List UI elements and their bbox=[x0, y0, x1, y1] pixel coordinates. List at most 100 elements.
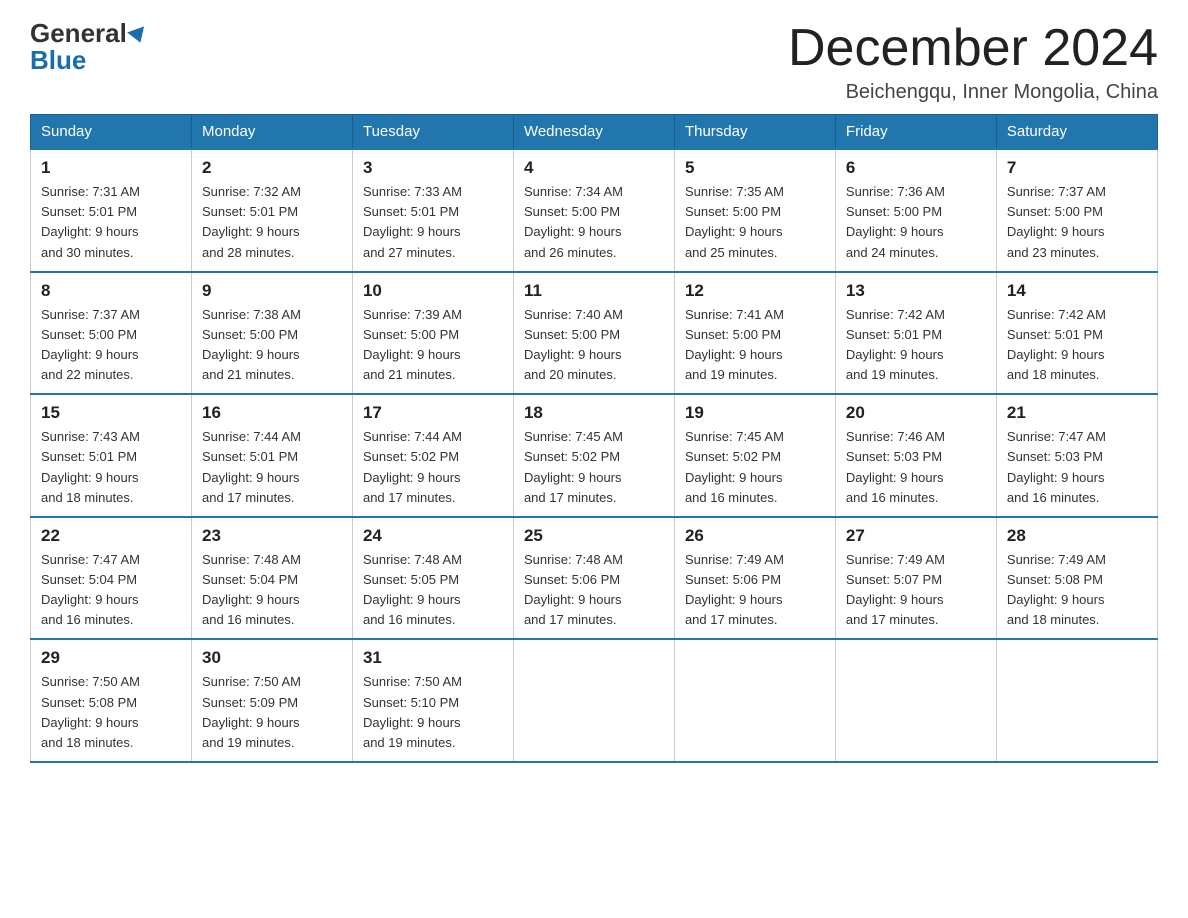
calendar-cell: 29 Sunrise: 7:50 AMSunset: 5:08 PMDayligh… bbox=[31, 639, 192, 762]
calendar-cell: 18Sunrise: 7:45 AMSunset: 5:02 PMDayligh… bbox=[513, 394, 674, 517]
day-info: Sunrise: 7:47 AMSunset: 5:04 PMDaylight:… bbox=[41, 550, 181, 631]
weekday-header-saturday: Saturday bbox=[996, 115, 1157, 150]
weekday-header-sunday: Sunday bbox=[31, 115, 192, 150]
day-number: 29 bbox=[41, 648, 181, 668]
calendar-cell: 6Sunrise: 7:36 AMSunset: 5:00 PMDaylight… bbox=[835, 149, 996, 272]
day-number: 7 bbox=[1007, 158, 1147, 178]
day-info: Sunrise: 7:42 AMSunset: 5:01 PMDaylight:… bbox=[846, 305, 986, 386]
day-info: Sunrise: 7:43 AMSunset: 5:01 PMDaylight:… bbox=[41, 427, 181, 508]
day-number: 5 bbox=[685, 158, 825, 178]
day-info: Sunrise: 7:48 AMSunset: 5:05 PMDaylight:… bbox=[363, 550, 503, 631]
calendar-cell: 26 Sunrise: 7:49 AMSunset: 5:06 PMDayligh… bbox=[674, 517, 835, 640]
calendar-cell: 19 Sunrise: 7:45 AMSunset: 5:02 PMDayligh… bbox=[674, 394, 835, 517]
calendar-cell: 22 Sunrise: 7:47 AMSunset: 5:04 PMDayligh… bbox=[31, 517, 192, 640]
calendar-cell: 1 Sunrise: 7:31 AMSunset: 5:01 PMDaylight… bbox=[31, 149, 192, 272]
day-info: Sunrise: 7:44 AMSunset: 5:01 PMDaylight:… bbox=[202, 427, 342, 508]
calendar-cell: 12Sunrise: 7:41 AMSunset: 5:00 PMDayligh… bbox=[674, 272, 835, 395]
day-info: Sunrise: 7:40 AMSunset: 5:00 PMDaylight:… bbox=[524, 305, 664, 386]
day-info: Sunrise: 7:33 AMSunset: 5:01 PMDaylight:… bbox=[363, 182, 503, 263]
calendar-cell: 28 Sunrise: 7:49 AMSunset: 5:08 PMDayligh… bbox=[996, 517, 1157, 640]
day-info: Sunrise: 7:37 AMSunset: 5:00 PMDaylight:… bbox=[41, 305, 181, 386]
calendar-cell: 31Sunrise: 7:50 AMSunset: 5:10 PMDayligh… bbox=[352, 639, 513, 762]
location-subtitle: Beichengqu, Inner Mongolia, China bbox=[788, 81, 1158, 104]
day-number: 3 bbox=[363, 158, 503, 178]
weekday-header-tuesday: Tuesday bbox=[352, 115, 513, 150]
day-number: 28 bbox=[1007, 526, 1147, 546]
calendar-cell bbox=[996, 639, 1157, 762]
day-info: Sunrise: 7:31 AMSunset: 5:01 PMDaylight:… bbox=[41, 182, 181, 263]
day-number: 6 bbox=[846, 158, 986, 178]
calendar-cell bbox=[674, 639, 835, 762]
month-title: December 2024 bbox=[788, 20, 1158, 77]
day-number: 27 bbox=[846, 526, 986, 546]
calendar-week-row: 29 Sunrise: 7:50 AMSunset: 5:08 PMDayligh… bbox=[31, 639, 1158, 762]
day-info: Sunrise: 7:48 AMSunset: 5:06 PMDaylight:… bbox=[524, 550, 664, 631]
calendar-cell: 14 Sunrise: 7:42 AMSunset: 5:01 PMDayligh… bbox=[996, 272, 1157, 395]
day-number: 17 bbox=[363, 403, 503, 423]
calendar-cell: 23 Sunrise: 7:48 AMSunset: 5:04 PMDayligh… bbox=[191, 517, 352, 640]
day-info: Sunrise: 7:35 AMSunset: 5:00 PMDaylight:… bbox=[685, 182, 825, 263]
weekday-header-row: SundayMondayTuesdayWednesdayThursdayFrid… bbox=[31, 115, 1158, 150]
calendar-cell: 30 Sunrise: 7:50 AMSunset: 5:09 PMDayligh… bbox=[191, 639, 352, 762]
logo-triangle-icon bbox=[127, 26, 149, 45]
day-number: 19 bbox=[685, 403, 825, 423]
day-info: Sunrise: 7:32 AMSunset: 5:01 PMDaylight:… bbox=[202, 182, 342, 263]
calendar-cell: 24 Sunrise: 7:48 AMSunset: 5:05 PMDayligh… bbox=[352, 517, 513, 640]
logo-top: General bbox=[30, 20, 147, 47]
calendar-cell bbox=[835, 639, 996, 762]
calendar-cell: 13Sunrise: 7:42 AMSunset: 5:01 PMDayligh… bbox=[835, 272, 996, 395]
calendar-cell: 15Sunrise: 7:43 AMSunset: 5:01 PMDayligh… bbox=[31, 394, 192, 517]
day-number: 22 bbox=[41, 526, 181, 546]
calendar-cell: 8Sunrise: 7:37 AMSunset: 5:00 PMDaylight… bbox=[31, 272, 192, 395]
calendar-cell: 11Sunrise: 7:40 AMSunset: 5:00 PMDayligh… bbox=[513, 272, 674, 395]
day-number: 2 bbox=[202, 158, 342, 178]
calendar-week-row: 1 Sunrise: 7:31 AMSunset: 5:01 PMDaylight… bbox=[31, 149, 1158, 272]
day-number: 31 bbox=[363, 648, 503, 668]
calendar-cell: 3 Sunrise: 7:33 AMSunset: 5:01 PMDaylight… bbox=[352, 149, 513, 272]
day-number: 10 bbox=[363, 281, 503, 301]
day-info: Sunrise: 7:48 AMSunset: 5:04 PMDaylight:… bbox=[202, 550, 342, 631]
logo-blue-text: Blue bbox=[30, 47, 86, 73]
day-number: 4 bbox=[524, 158, 664, 178]
logo: General Blue bbox=[30, 20, 147, 73]
day-number: 18 bbox=[524, 403, 664, 423]
calendar-cell: 21Sunrise: 7:47 AMSunset: 5:03 PMDayligh… bbox=[996, 394, 1157, 517]
day-number: 20 bbox=[846, 403, 986, 423]
day-number: 9 bbox=[202, 281, 342, 301]
day-number: 30 bbox=[202, 648, 342, 668]
day-info: Sunrise: 7:50 AMSunset: 5:08 PMDaylight:… bbox=[41, 672, 181, 753]
page-header: General Blue December 2024 Beichengqu, I… bbox=[30, 20, 1158, 104]
day-info: Sunrise: 7:38 AMSunset: 5:00 PMDaylight:… bbox=[202, 305, 342, 386]
calendar-week-row: 8Sunrise: 7:37 AMSunset: 5:00 PMDaylight… bbox=[31, 272, 1158, 395]
day-info: Sunrise: 7:45 AMSunset: 5:02 PMDaylight:… bbox=[685, 427, 825, 508]
day-info: Sunrise: 7:49 AMSunset: 5:08 PMDaylight:… bbox=[1007, 550, 1147, 631]
calendar-table: SundayMondayTuesdayWednesdayThursdayFrid… bbox=[30, 114, 1158, 763]
calendar-cell: 5 Sunrise: 7:35 AMSunset: 5:00 PMDaylight… bbox=[674, 149, 835, 272]
calendar-cell: 10 Sunrise: 7:39 AMSunset: 5:00 PMDayligh… bbox=[352, 272, 513, 395]
day-info: Sunrise: 7:39 AMSunset: 5:00 PMDaylight:… bbox=[363, 305, 503, 386]
day-info: Sunrise: 7:49 AMSunset: 5:06 PMDaylight:… bbox=[685, 550, 825, 631]
day-number: 26 bbox=[685, 526, 825, 546]
day-number: 24 bbox=[363, 526, 503, 546]
day-info: Sunrise: 7:42 AMSunset: 5:01 PMDaylight:… bbox=[1007, 305, 1147, 386]
weekday-header-monday: Monday bbox=[191, 115, 352, 150]
weekday-header-wednesday: Wednesday bbox=[513, 115, 674, 150]
calendar-week-row: 22 Sunrise: 7:47 AMSunset: 5:04 PMDayligh… bbox=[31, 517, 1158, 640]
day-info: Sunrise: 7:50 AMSunset: 5:09 PMDaylight:… bbox=[202, 672, 342, 753]
day-number: 16 bbox=[202, 403, 342, 423]
day-info: Sunrise: 7:41 AMSunset: 5:00 PMDaylight:… bbox=[685, 305, 825, 386]
calendar-cell: 25 Sunrise: 7:48 AMSunset: 5:06 PMDayligh… bbox=[513, 517, 674, 640]
day-info: Sunrise: 7:37 AMSunset: 5:00 PMDaylight:… bbox=[1007, 182, 1147, 263]
day-number: 14 bbox=[1007, 281, 1147, 301]
day-info: Sunrise: 7:47 AMSunset: 5:03 PMDaylight:… bbox=[1007, 427, 1147, 508]
day-info: Sunrise: 7:44 AMSunset: 5:02 PMDaylight:… bbox=[363, 427, 503, 508]
calendar-cell: 27 Sunrise: 7:49 AMSunset: 5:07 PMDayligh… bbox=[835, 517, 996, 640]
calendar-cell: 20 Sunrise: 7:46 AMSunset: 5:03 PMDayligh… bbox=[835, 394, 996, 517]
day-info: Sunrise: 7:46 AMSunset: 5:03 PMDaylight:… bbox=[846, 427, 986, 508]
weekday-header-thursday: Thursday bbox=[674, 115, 835, 150]
day-number: 1 bbox=[41, 158, 181, 178]
day-number: 23 bbox=[202, 526, 342, 546]
title-block: December 2024 Beichengqu, Inner Mongolia… bbox=[788, 20, 1158, 104]
day-number: 25 bbox=[524, 526, 664, 546]
day-info: Sunrise: 7:49 AMSunset: 5:07 PMDaylight:… bbox=[846, 550, 986, 631]
